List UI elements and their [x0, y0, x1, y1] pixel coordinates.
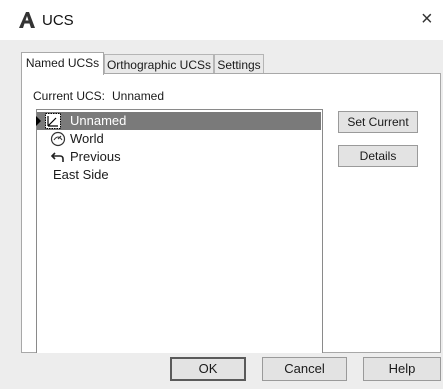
current-marker-icon — [36, 116, 41, 126]
list-item-label: Previous — [70, 149, 121, 164]
tab-named-ucss[interactable]: Named UCSs — [21, 52, 104, 75]
cancel-button[interactable]: Cancel — [262, 357, 347, 381]
tab-label: Named UCSs — [25, 56, 100, 70]
list-item-world[interactable]: World — [37, 130, 321, 148]
list-item-previous[interactable]: Previous — [37, 148, 321, 166]
tab-settings[interactable]: Settings — [214, 54, 264, 74]
current-ucs-label: Current UCS: — [33, 89, 106, 103]
tab-orthographic-ucss[interactable]: Orthographic UCSs — [104, 54, 214, 74]
details-button[interactable]: Details — [338, 145, 418, 167]
tab-label: Settings — [217, 58, 261, 72]
list-item-label: World — [70, 131, 104, 146]
ucs-axis-icon — [45, 113, 61, 129]
title-bar: UCS × — [0, 0, 443, 40]
undo-arrow-icon — [50, 152, 64, 162]
list-item-label: Unnamed — [70, 113, 127, 128]
autocad-logo-icon — [18, 11, 36, 29]
list-item-east-side[interactable]: East Side — [37, 166, 321, 184]
current-ucs-value: Unnamed — [112, 89, 165, 103]
close-button[interactable]: × — [421, 6, 443, 32]
tab-label: Orthographic UCSs — [106, 58, 212, 72]
list-item-unnamed[interactable]: Unnamed — [36, 112, 321, 130]
world-globe-icon — [50, 131, 66, 147]
help-button[interactable]: Help — [363, 357, 441, 381]
ucs-listbox[interactable]: Unnamed World Previous East Side — [36, 109, 323, 353]
window-title: UCS — [42, 12, 74, 29]
set-current-button[interactable]: Set Current — [338, 111, 418, 133]
list-item-label: East Side — [53, 167, 109, 182]
ok-button[interactable]: OK — [170, 357, 246, 381]
